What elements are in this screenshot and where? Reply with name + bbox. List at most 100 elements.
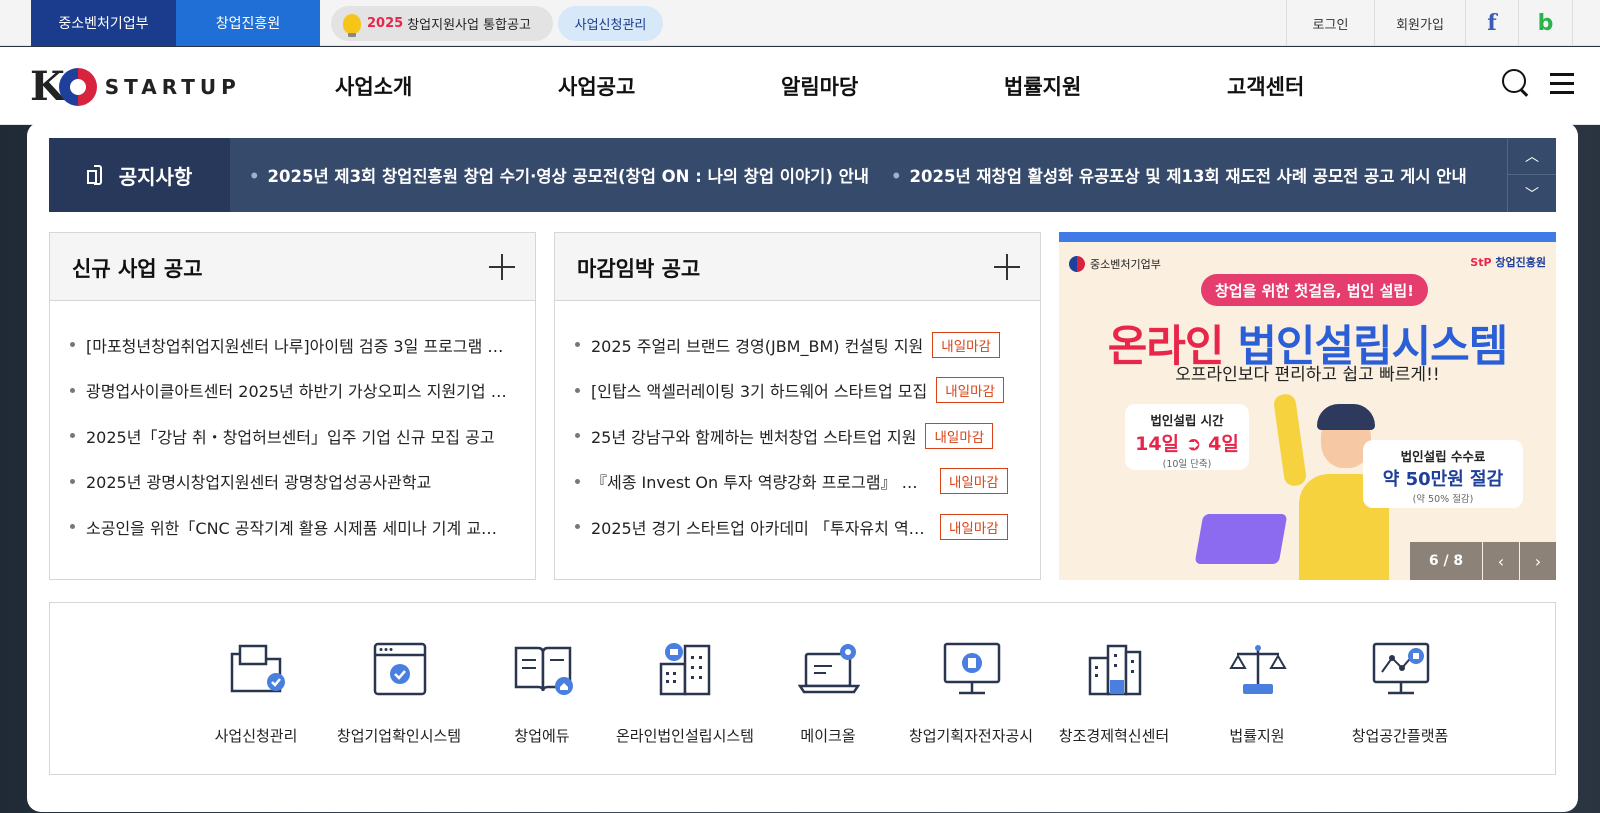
logo-text: STARTUP: [104, 74, 241, 99]
list-item[interactable]: 『세종 Invest On 투자 역량강화 프로그램』 참가 내일마감: [575, 459, 1040, 505]
nav-announcements[interactable]: 사업공고: [558, 71, 781, 101]
banner-fee-card: 법인설립 수수료 약 50만원 절감 (약 50% 절감): [1363, 440, 1523, 508]
quick-link-edu[interactable]: 창업에듀: [472, 603, 612, 776]
notice-item[interactable]: 2025년 재창업 활성화 유공포상 및 제13회 재도전 사례 공모전 공고 …: [891, 163, 1467, 187]
integrated-notice-link[interactable]: 2025 창업지원사업 통합공고: [331, 6, 553, 41]
lightbulb-icon: [343, 13, 361, 37]
banner-mss-logo: 중소벤처기업부: [1069, 256, 1161, 272]
nav-about[interactable]: 사업소개: [335, 71, 558, 101]
announcement-list: [마포청년창업취업지원센터 나루]아이템 검증 3일 프로그램 참가자 모집 광…: [50, 301, 535, 550]
join-link[interactable]: 회원가입: [1374, 0, 1465, 46]
quick-link-startup-confirm[interactable]: 창업기업확인시스템: [329, 603, 469, 776]
blog-icon[interactable]: b: [1518, 0, 1572, 46]
deadline-badge: 내일마감: [940, 513, 1008, 540]
network-board-icon: [1370, 640, 1432, 698]
nav-legal[interactable]: 법률지원: [1004, 71, 1227, 101]
k-startup-logo[interactable]: K STARTUP: [30, 63, 241, 110]
logo-k: K: [30, 63, 65, 110]
quick-link-space-platform[interactable]: 창업공간플랫폼: [1330, 603, 1470, 776]
search-icon[interactable]: [1500, 67, 1532, 99]
chevron-down-icon[interactable]: ﹀: [1507, 175, 1556, 212]
box-header: 마감임박 공고: [555, 233, 1040, 301]
quick-link-creative-center[interactable]: 창조경제혁신센터: [1044, 603, 1184, 776]
quick-link-label: 창업공간플랫폼: [1351, 727, 1449, 745]
link-kised[interactable]: 창업진흥원: [176, 0, 320, 46]
link-mss[interactable]: 중소벤처기업부: [31, 0, 176, 46]
nav-support[interactable]: 고객센터: [1227, 71, 1450, 101]
monitor-doc-icon: [941, 640, 1003, 698]
card-value: 약 50만원 절감: [1382, 469, 1504, 490]
list-item-text: [마포청년창업취업지원센터 나루]아이템 검증 3일 프로그램 참가자 모집: [86, 336, 511, 356]
card-note: (10일 단축): [1162, 459, 1212, 470]
login-link[interactable]: 로그인: [1286, 0, 1374, 46]
more-plus-icon[interactable]: [489, 254, 515, 280]
notice-label[interactable]: 공지사항: [49, 138, 230, 212]
list-item[interactable]: 소공인을 위한「CNC 공작기계 활용 시제품 세미나 기계 교육」: [70, 504, 535, 550]
banner-top-strip: [1059, 232, 1556, 242]
list-item[interactable]: 2025년「강남 취・창업허브센터」입주 기업 신규 모집 공고: [70, 413, 535, 459]
list-item[interactable]: 25년 강남구와 함께하는 벤처창업 스타트업 지원 내일마감: [575, 413, 1040, 459]
banner-prev-button[interactable]: ‹: [1483, 542, 1519, 580]
deadline-list: 2025 주얼리 브랜드 경영(JBM_BM) 컨설팅 지원 내일마감 [인탑스 …: [555, 301, 1040, 550]
list-item[interactable]: 광명업사이클아트센터 2025년 하반기 가상오피스 지원기업 모집: [70, 368, 535, 414]
quick-link-makeall[interactable]: 메이크올: [758, 603, 898, 776]
quick-link-apply-manage[interactable]: 사업신청관리: [186, 603, 326, 776]
deadline-badge: 내일마감: [932, 331, 1000, 358]
notice-label-text: 공지사항: [118, 164, 193, 189]
box-header: 신규 사업 공고: [50, 233, 535, 301]
quick-link-planner-disclosure[interactable]: 창업기획자전자공시: [901, 603, 1041, 776]
banner-subtitle: 오프라인보다 편리하고 쉽고 빠르게!!: [1175, 365, 1440, 385]
banner-mss-text: 중소벤처기업부: [1090, 258, 1161, 271]
hamburger-menu-icon[interactable]: [1548, 67, 1580, 99]
promo-banner[interactable]: 중소벤처기업부 StP 창업진흥원 창업을 위한 첫걸음, 법인 설립! 온라인…: [1059, 232, 1556, 580]
banner-kised-text: 창업진흥원: [1495, 256, 1546, 269]
window-check-icon: [369, 640, 431, 698]
notice-text: 창업지원사업 통합공고: [407, 18, 531, 33]
chevron-up-icon[interactable]: ︿: [1507, 138, 1556, 175]
global-nav: 사업소개 사업공고 알림마당 법률지원 고객센터: [335, 71, 1450, 101]
list-item-text: 광명업사이클아트센터 2025년 하반기 가상오피스 지원기업 모집: [86, 382, 511, 402]
list-item-text: 2025년 경기 스타트업 아카데미 「투자유치 역량강화」: [591, 518, 931, 538]
quick-links: 사업신청관리 창업기업확인시스템 창업에듀 온라인법인설립시스템 메이크올 창업…: [49, 602, 1556, 775]
top-right-links: 로그인 회원가입 f b: [1286, 0, 1600, 46]
notice-items: 2025년 제3회 창업진흥원 창업 수기·영상 공모전(창업 ON : 나의 …: [249, 138, 1489, 212]
deadline-badge: 내일마감: [940, 468, 1008, 495]
list-item-text: 2025년「강남 취・창업허브센터」입주 기업 신규 모집 공고: [86, 427, 495, 447]
banner-kised-logo: StP 창업진흥원: [1470, 254, 1546, 270]
city-buildings-icon: [1084, 640, 1146, 698]
mss-emblem-icon: [1069, 256, 1085, 272]
facebook-icon[interactable]: f: [1465, 0, 1518, 46]
notice-year: 2025: [367, 16, 404, 31]
list-item-text: [인탑스 액셀러레이팅 3기 하드웨어 스타트업 모집: [591, 382, 928, 402]
list-item-text: 2025 주얼리 브랜드 경영(JBM_BM) 컨설팅 지원: [591, 336, 924, 356]
laptop-gear-icon: [797, 640, 861, 698]
list-item[interactable]: [인탑스 액셀러레이팅 3기 하드웨어 스타트업 모집 내일마감: [575, 368, 1040, 414]
list-item[interactable]: [마포청년창업취업지원센터 나루]아이템 검증 3일 프로그램 참가자 모집: [70, 322, 535, 368]
building-chat-icon: [655, 640, 717, 698]
quick-link-legal-support[interactable]: 법률지원: [1187, 603, 1327, 776]
notice-ticker: 공지사항 2025년 제3회 창업진흥원 창업 수기·영상 공모전(창업 ON …: [49, 138, 1556, 212]
banner-next-button[interactable]: ›: [1520, 542, 1556, 580]
more-plus-icon[interactable]: [994, 254, 1020, 280]
book-icon: [512, 640, 574, 698]
card-title: 법인설립 시간: [1150, 413, 1224, 428]
new-announcements-box: 신규 사업 공고 [마포청년창업취업지원센터 나루]아이템 검증 3일 프로그램…: [49, 232, 536, 580]
list-item-text: 2025년 광명시창업지원센터 광명창업성공사관학교: [86, 473, 432, 493]
list-item-text: 소공인을 위한「CNC 공작기계 활용 시제품 세미나 기계 교육」: [86, 518, 511, 538]
deadline-badge: 내일마감: [925, 422, 994, 449]
quick-link-online-incorporation[interactable]: 온라인법인설립시스템: [615, 603, 755, 776]
banner-kised-prefix: StP: [1470, 256, 1492, 269]
notice-item[interactable]: 2025년 제3회 창업진흥원 창업 수기·영상 공모전(창업 ON : 나의 …: [249, 163, 869, 187]
nav-news[interactable]: 알림마당: [781, 71, 1004, 101]
banner-page-indicator: 6 / 8: [1410, 542, 1482, 580]
list-item-text: 25년 강남구와 함께하는 벤처창업 스타트업 지원: [591, 427, 917, 447]
list-item[interactable]: 2025년 경기 스타트업 아카데미 「투자유치 역량강화」 내일마감: [575, 504, 1040, 550]
box-title: 신규 사업 공고: [72, 257, 203, 281]
apply-manage-link[interactable]: 사업신청관리: [558, 6, 663, 41]
speaker-icon: [86, 164, 109, 186]
scales-icon: [1227, 640, 1289, 698]
deadline-announcements-box: 마감임박 공고 2025 주얼리 브랜드 경영(JBM_BM) 컨설팅 지원내일…: [554, 232, 1041, 580]
list-item[interactable]: 2025년 광명시창업지원센터 광명창업성공사관학교: [70, 459, 535, 505]
topbar-spacer: [1572, 0, 1600, 46]
list-item[interactable]: 2025 주얼리 브랜드 경영(JBM_BM) 컨설팅 지원 내일마감: [575, 322, 1040, 368]
